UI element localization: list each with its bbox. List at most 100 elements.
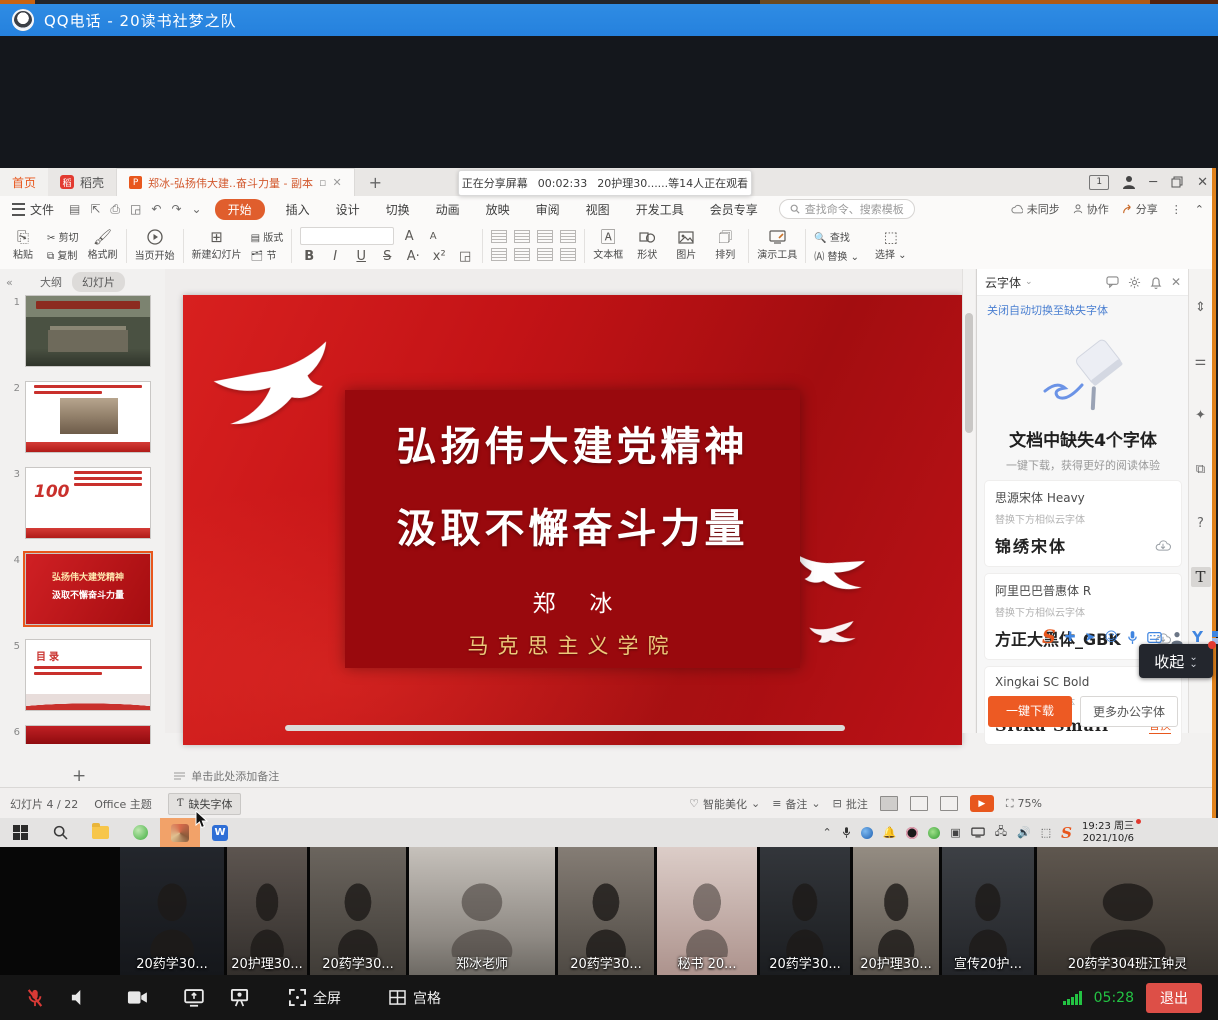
normal-view-button[interactable] xyxy=(880,796,898,811)
line-spacing-icon[interactable] xyxy=(560,248,576,261)
bell-icon[interactable] xyxy=(1150,276,1162,289)
invite-plus-icon[interactable]: ✚ xyxy=(1065,630,1076,645)
demo-tools-button[interactable]: 演示工具 xyxy=(757,230,797,261)
qq-collapse-button[interactable]: 收起 ⌄⌄ xyxy=(1139,644,1213,678)
tray-app-icon[interactable]: ▣ xyxy=(950,826,960,839)
auto-switch-link[interactable]: 关闭自动切换至缺失字体 xyxy=(977,296,1189,318)
slide-title-panel[interactable]: 弘扬伟大建党精神 汲取不懈奋斗力量 郑冰 马克思主义学院 xyxy=(345,390,800,668)
canvas-vertical-scrollbar[interactable] xyxy=(962,269,975,733)
export-icon[interactable]: ⇱ xyxy=(85,202,105,216)
member-icon[interactable] xyxy=(1171,631,1183,644)
tab-popout-icon[interactable]: ▫ xyxy=(319,176,326,189)
adjust-sliders-icon[interactable]: ⚌ xyxy=(1191,351,1211,371)
taskbar-search-button[interactable] xyxy=(40,818,80,847)
cloud-font-tool-button[interactable]: T xyxy=(1191,567,1211,587)
superscript-icon[interactable]: x² xyxy=(430,249,448,264)
close-panel-icon[interactable]: ✕ xyxy=(1171,275,1181,289)
slide-thumbnail-2[interactable] xyxy=(25,381,151,453)
pointer-icon[interactable]: ➤ xyxy=(1085,630,1096,645)
ribbon-tab-design[interactable]: 设计 xyxy=(323,201,373,218)
video-tile[interactable]: 郑冰老师 xyxy=(409,847,555,975)
ai-star-icon[interactable]: ✦ xyxy=(1191,405,1211,425)
tray-actioncenter-icon[interactable]: ⬚ xyxy=(1041,826,1051,839)
restore-button[interactable] xyxy=(1171,176,1183,188)
select-button[interactable]: ⬚选择 ⌄ xyxy=(875,230,907,261)
font-shrink-icon[interactable]: A xyxy=(424,231,442,242)
justify-icon[interactable] xyxy=(560,230,576,243)
scroll-handle-icon[interactable]: ⇕ xyxy=(1191,297,1211,317)
tab-document[interactable]: P 郑冰-弘扬伟大建..奋斗力量 - 副本 ▫ ✕ xyxy=(116,168,355,197)
new-tab-button[interactable]: + xyxy=(355,173,396,192)
slideshow-play-button[interactable]: ▶ xyxy=(970,795,994,812)
tab-close-icon[interactable]: ✕ xyxy=(332,176,341,189)
download-cloud-icon[interactable] xyxy=(1155,538,1171,552)
paste-button[interactable]: ⎘粘贴 xyxy=(8,230,38,261)
user-icon[interactable] xyxy=(1123,175,1135,189)
save-icon[interactable]: ▤ xyxy=(64,202,85,216)
ribbon-tab-slideshow[interactable]: 放映 xyxy=(473,201,523,218)
new-slide-button[interactable]: ⊞新建幻灯片 xyxy=(192,230,242,261)
share-screen-button[interactable] xyxy=(184,989,204,1007)
shapes-button[interactable]: 形状 xyxy=(632,230,662,261)
redo-icon[interactable]: ↷ xyxy=(166,202,186,216)
video-tile[interactable]: 20药学304班江钟灵 xyxy=(1037,847,1218,975)
slide-thumbnail-5[interactable]: 目录 xyxy=(25,639,151,711)
sync-status[interactable]: 未同步 xyxy=(1011,201,1060,217)
missing-font-chip[interactable]: Ƭ 缺失字体 xyxy=(168,793,242,815)
underline-button[interactable]: U xyxy=(352,249,370,264)
align-right-icon[interactable] xyxy=(537,230,553,243)
picture-button[interactable]: 图片 xyxy=(671,231,701,261)
reading-view-button[interactable] xyxy=(940,796,958,811)
comments-button[interactable]: ⊟ 批注 xyxy=(833,796,868,812)
file-menu[interactable]: 文件 xyxy=(0,201,64,218)
exit-call-button[interactable]: 退出 xyxy=(1146,983,1202,1013)
feedback-icon[interactable] xyxy=(1106,276,1119,288)
start-button[interactable] xyxy=(0,818,40,847)
theme-name[interactable]: Office 主题 xyxy=(94,796,152,812)
camera-button[interactable] xyxy=(127,990,148,1005)
tab-home[interactable]: 首页 xyxy=(0,168,48,196)
file-explorer-button[interactable] xyxy=(80,818,120,847)
video-tile[interactable]: 20药学30... xyxy=(558,847,654,975)
tray-globe-icon[interactable] xyxy=(861,827,873,839)
duplicate-icon[interactable]: ⧉ xyxy=(1191,459,1211,479)
command-search-box[interactable]: 查找命令、搜索模板 xyxy=(779,199,915,219)
ribbon-collapse-icon[interactable]: ⌃ xyxy=(1195,203,1204,216)
smart-beautify-button[interactable]: ♡ 智能美化 ⌄ xyxy=(689,796,760,812)
keyboard-icon[interactable] xyxy=(1147,632,1162,643)
video-tile[interactable]: 20药学30... xyxy=(120,847,224,975)
more-fonts-button[interactable]: 更多办公字体 xyxy=(1080,696,1178,727)
minimize-button[interactable]: ─ xyxy=(1149,175,1157,190)
whiteboard-button[interactable] xyxy=(230,988,249,1007)
mic-overlay-icon[interactable] xyxy=(1127,630,1138,645)
font-grow-icon[interactable]: A xyxy=(400,229,418,244)
layout-button[interactable]: ▤ 版式 xyxy=(251,229,284,244)
add-slide-button[interactable]: + xyxy=(72,766,86,786)
italic-button[interactable]: I xyxy=(326,249,344,264)
outline-tab[interactable]: 大纲 xyxy=(40,274,62,290)
tray-network-icon[interactable]: 🖧 xyxy=(995,823,1007,842)
collab-button[interactable]: 协作 xyxy=(1073,201,1109,217)
share-button[interactable]: 分享 xyxy=(1122,201,1158,217)
tray-monitor-icon[interactable] xyxy=(971,827,985,838)
ribbon-tab-animation[interactable]: 动画 xyxy=(423,201,473,218)
slide-thumbnail-4-selected[interactable]: 弘扬伟大建党精神 汲取不懈奋斗力量 xyxy=(25,553,151,625)
section-button[interactable]: 🗂 节 xyxy=(251,247,284,262)
ribbon-tab-devtools[interactable]: 开发工具 xyxy=(623,201,697,218)
help-icon[interactable]: ? xyxy=(1191,513,1211,533)
window-count-badge[interactable]: 1 xyxy=(1089,175,1109,190)
speaker-button[interactable] xyxy=(70,989,85,1006)
ribbon-tab-view[interactable]: 视图 xyxy=(573,201,623,218)
find-button[interactable]: 🔍 查找 xyxy=(814,229,850,244)
arrange-button[interactable]: 🗇排列 xyxy=(710,230,740,261)
more-quick-icon[interactable]: ⌄ xyxy=(187,202,207,216)
slide-thumbnail-1[interactable] xyxy=(25,295,151,367)
print-icon[interactable]: ⎙ xyxy=(105,202,125,217)
tray-360-icon[interactable] xyxy=(928,827,940,839)
ribbon-tab-start[interactable]: 开始 xyxy=(215,199,265,220)
undo-icon[interactable]: ↶ xyxy=(146,202,166,216)
replace-button[interactable]: 🄐 替换 ⌄ xyxy=(814,248,859,263)
settings-gear-icon[interactable] xyxy=(1128,276,1141,289)
video-tile[interactable]: 20护理30... xyxy=(853,847,939,975)
notes-hint[interactable]: 单击此处添加备注 xyxy=(174,768,279,784)
